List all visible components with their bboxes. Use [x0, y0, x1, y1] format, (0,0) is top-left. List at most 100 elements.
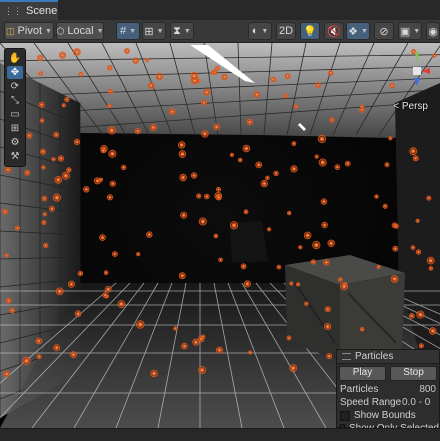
- particle: [98, 177, 104, 182]
- particle: [265, 175, 270, 180]
- particle: [270, 76, 277, 83]
- particle: [38, 71, 43, 77]
- wooden-crate: [285, 255, 405, 361]
- particle: [52, 193, 62, 202]
- show-bounds-label: Show Bounds: [354, 410, 416, 421]
- drag-handle-icon[interactable]: [342, 353, 351, 360]
- move-tool-icon[interactable]: ✥: [7, 66, 23, 79]
- stop-button[interactable]: Stop: [390, 366, 437, 381]
- particle: [359, 107, 365, 113]
- particle: [229, 221, 239, 230]
- 2d-toggle-button[interactable]: 2D: [276, 22, 296, 40]
- particle: [260, 179, 268, 188]
- lighting-toggle-button[interactable]: 💡: [300, 22, 320, 40]
- scale-tool-icon[interactable]: ⤡: [7, 94, 23, 107]
- particle: [136, 320, 145, 329]
- particle: [218, 257, 223, 263]
- pivot-dropdown[interactable]: ◫ Pivot ▼: [4, 22, 54, 40]
- editor-tab-bar: ⋮⋮ Scene: [0, 0, 440, 21]
- particle: [293, 104, 299, 109]
- particle: [221, 73, 228, 81]
- particle: [310, 259, 316, 265]
- pivot-label: Pivot: [17, 25, 43, 37]
- particle: [286, 335, 292, 341]
- speed-range-value: 0.0 - 0: [402, 397, 431, 408]
- transform-tool-icon[interactable]: ⊞: [7, 122, 23, 135]
- particle: [100, 147, 107, 154]
- particle: [392, 245, 399, 252]
- custom-tool-icon[interactable]: ⚙: [7, 136, 23, 149]
- particle: [320, 198, 328, 205]
- particle: [107, 126, 116, 135]
- show-bounds-checkbox[interactable]: [340, 410, 350, 421]
- rect-tool-icon[interactable]: ▭: [7, 108, 23, 121]
- camera-mode-label[interactable]: < Persp: [393, 101, 428, 112]
- particle: [51, 157, 56, 162]
- particle: [242, 144, 251, 153]
- particle: [324, 306, 331, 313]
- particle: [198, 217, 207, 226]
- particle: [409, 147, 418, 156]
- particle: [136, 252, 141, 257]
- particle: [283, 93, 289, 99]
- gizmos-dropdown[interactable]: ◉: [426, 22, 440, 40]
- show-bounds-row[interactable]: Show Bounds: [337, 409, 439, 422]
- particle: [42, 212, 47, 217]
- rotate-tool-icon[interactable]: ⟳: [7, 80, 23, 93]
- draw-mode-button[interactable]: ◐ ▼: [248, 22, 272, 40]
- particle: [39, 118, 45, 123]
- particle: [290, 165, 298, 173]
- local-label: Local: [67, 25, 94, 37]
- particle: [146, 231, 153, 238]
- persp-label: Persp: [401, 101, 428, 112]
- particle: [210, 70, 216, 76]
- particle: [150, 369, 158, 378]
- particle: [289, 281, 294, 286]
- particles-overlay: Particles Play Stop Particles 800 Speed …: [336, 349, 440, 434]
- grid-snapping-button[interactable]: ⊞ ▼: [142, 22, 166, 40]
- particle: [124, 48, 131, 54]
- particle: [204, 193, 210, 200]
- particle: [109, 180, 116, 187]
- particle: [64, 96, 70, 103]
- persp-chevron-icon: <: [393, 101, 400, 112]
- hand-tool-icon[interactable]: ✋: [7, 52, 23, 65]
- orientation-gizmo[interactable]: [400, 48, 434, 104]
- particle: [103, 270, 109, 276]
- particle: [78, 71, 84, 77]
- particle: [198, 366, 207, 375]
- tab-scene[interactable]: ⋮⋮ Scene: [0, 0, 58, 20]
- particle: [298, 245, 303, 250]
- play-button[interactable]: Play: [339, 366, 386, 381]
- particle: [190, 71, 199, 81]
- particle: [340, 282, 349, 291]
- local-dropdown[interactable]: ⬡ Local ▼: [56, 22, 104, 40]
- particle: [374, 194, 379, 199]
- incremental-snap-button[interactable]: ⧗ ▼: [170, 22, 194, 40]
- camera-icon: ▣: [399, 25, 411, 38]
- particle: [35, 337, 43, 345]
- hidden-objects-toggle[interactable]: ⊘: [374, 22, 394, 40]
- grid-snap-icon: #: [119, 25, 127, 37]
- particle: [83, 186, 90, 193]
- audio-toggle-button[interactable]: 🔇: [324, 22, 344, 40]
- particle: [168, 108, 176, 116]
- particles-overlay-header[interactable]: Particles: [337, 350, 439, 364]
- particle: [337, 277, 343, 283]
- particle: [329, 117, 335, 123]
- particle: [200, 99, 208, 106]
- particle: [426, 256, 435, 265]
- particle: [317, 134, 327, 144]
- grid-snap-button[interactable]: # ▼: [116, 22, 140, 40]
- chevron-down-icon: ▼: [261, 27, 269, 35]
- custom-tool-2-icon[interactable]: ⚒: [7, 150, 23, 163]
- particle: [120, 164, 127, 171]
- particle: [147, 82, 155, 90]
- particle: [22, 356, 31, 365]
- particle: [213, 123, 221, 131]
- chevron-down-icon: ▼: [156, 27, 164, 35]
- camera-settings-dropdown[interactable]: ▣ ▼: [398, 22, 422, 40]
- effects-dropdown[interactable]: ❖ ▼: [346, 22, 370, 40]
- particle: [359, 326, 365, 332]
- particle: [255, 161, 263, 169]
